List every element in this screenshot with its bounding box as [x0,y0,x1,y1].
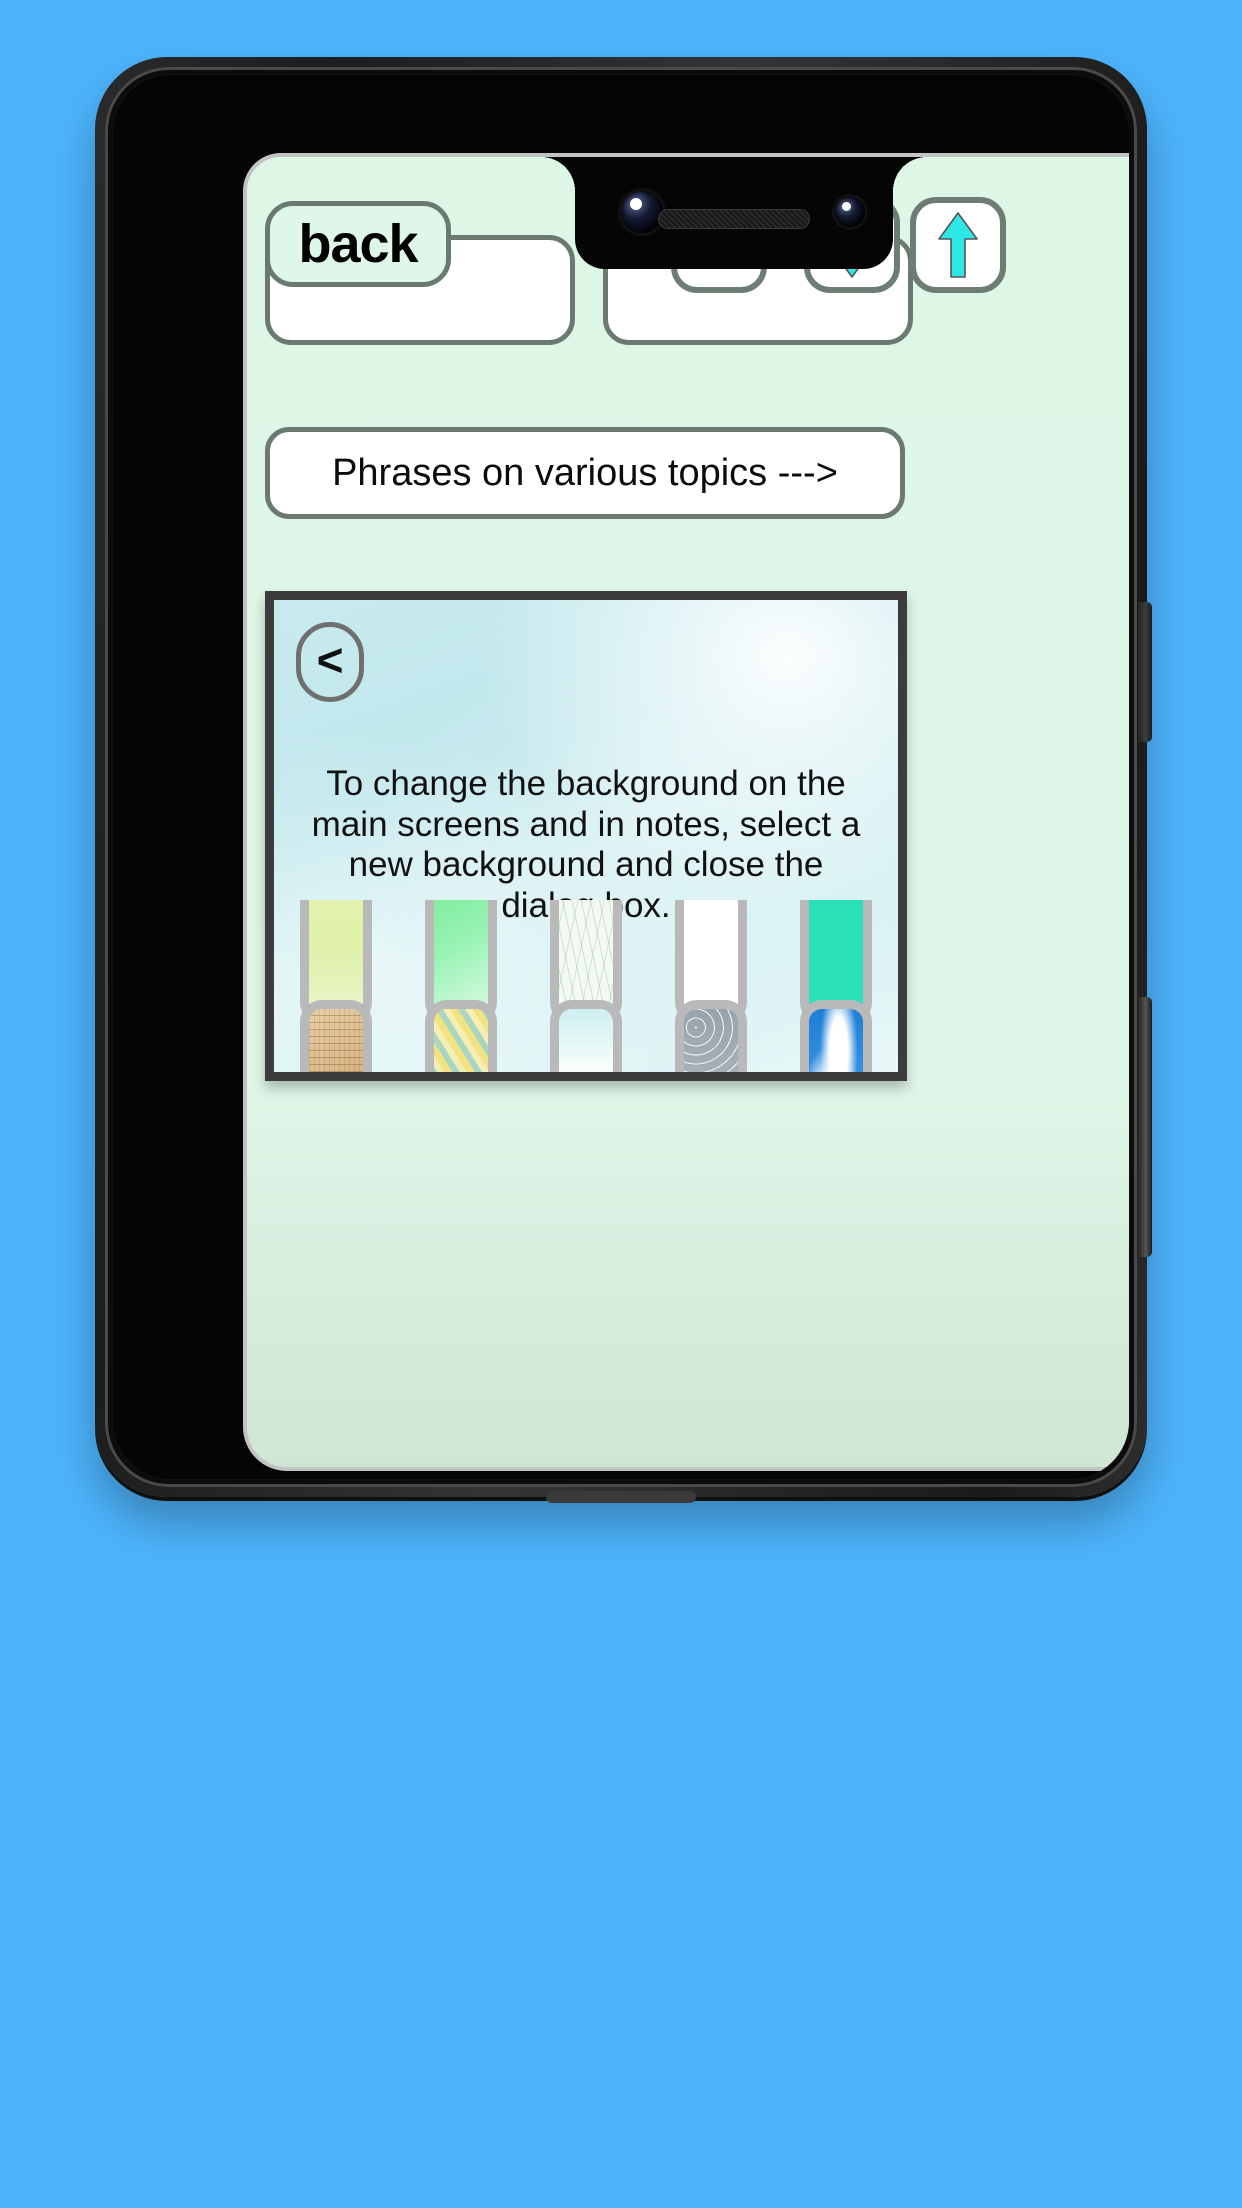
swatch-preview [558,900,613,1015]
camera-glint [842,202,851,211]
swatch-preview [808,900,863,1015]
back-button[interactable]: back [265,201,451,287]
swatch-preview [808,1009,863,1072]
background-swatch-blue-sky-clouds[interactable] [799,1000,872,1072]
swatch-preview [434,900,489,1015]
back-button-label: back [298,214,418,274]
power-button[interactable] [1138,602,1152,742]
volume-button[interactable] [1138,997,1152,1257]
phrases-on-various-topics-button[interactable]: Phrases on various topics ---> [265,427,905,519]
dialog-back-button[interactable]: < [296,622,364,702]
background-swatch-spring-meadow-clouds[interactable] [549,1000,622,1072]
background-swatch-grid [274,900,898,1072]
front-camera-secondary-icon [835,197,865,227]
bottom-frame-notch [546,1491,696,1503]
swatch-preview [434,1009,489,1072]
phone-glass: back Phrases on various topics ---> < To… [113,75,1129,1479]
swatch-row-1 [274,1000,898,1072]
swatch-preview [309,900,364,1015]
background-picker-dialog: < To change the background on the main s… [265,591,907,1081]
swatch-preview [309,1009,364,1072]
arrow-up-icon [938,212,978,278]
camera-glint [630,198,642,210]
background-swatch-yellow-teal-brushstrokes[interactable] [425,1000,498,1072]
camera-notch [541,157,893,269]
earpiece-speaker [658,209,810,229]
app-screen: back Phrases on various topics ---> < To… [247,157,1129,1467]
background-swatch-old-sheet-music-paper[interactable] [300,1000,373,1072]
phrases-button-label: Phrases on various topics ---> [332,451,838,494]
phone-device: back Phrases on various topics ---> < To… [95,57,1152,1503]
background-swatch-snowy-winter-forest[interactable] [674,1000,747,1072]
dialog-body: < To change the background on the main s… [274,600,898,1072]
swatch-preview [683,900,738,1015]
scroll-up-button[interactable] [910,197,1006,293]
front-camera-main-icon [621,191,663,233]
chevron-left-icon: < [316,634,344,686]
swatch-preview [558,1009,613,1072]
swatch-preview [683,1009,738,1072]
